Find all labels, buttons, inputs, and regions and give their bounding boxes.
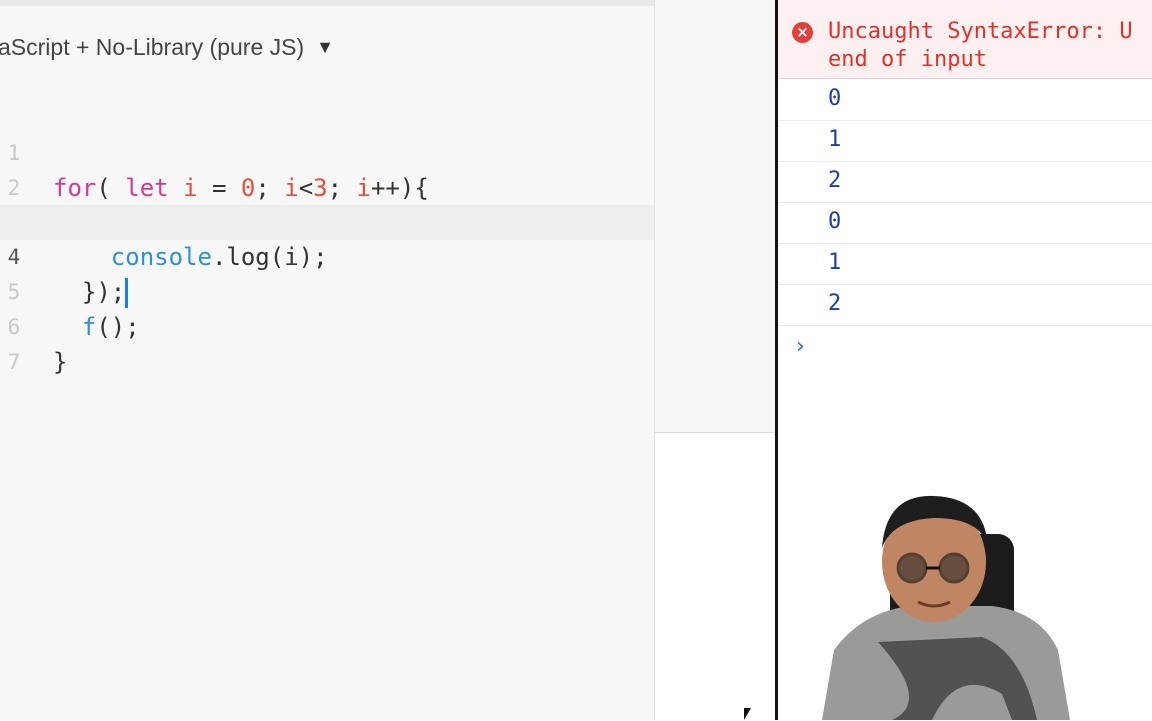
log-value: 2 xyxy=(828,291,842,316)
console-log-row: 0 xyxy=(778,79,1152,121)
code-line[interactable]: 2 setTimeout( () => { xyxy=(0,136,654,237)
console-log-row: 0 xyxy=(778,202,1152,244)
console-log-row: 2 xyxy=(778,284,1152,326)
log-value: 2 xyxy=(828,168,842,193)
code-editor-pane: aScript + No-Library (pure JS) ▼ 1 for( … xyxy=(0,0,655,720)
code-line[interactable]: 1 for( let i = 0; i<3; i++){ xyxy=(0,101,654,202)
log-value: 1 xyxy=(828,250,842,275)
console-log-row: 1 xyxy=(778,120,1152,162)
error-line-2: end of input xyxy=(828,47,987,72)
preview-pane[interactable] xyxy=(655,0,775,432)
editor-top-border xyxy=(0,0,654,6)
console-log-row: 1 xyxy=(778,243,1152,285)
presenter-image xyxy=(822,495,1070,720)
console-prompt-icon[interactable]: › xyxy=(796,334,805,359)
mouse-pointer-icon xyxy=(744,708,751,720)
preview-pane-lower[interactable] xyxy=(655,432,775,721)
code-area[interactable]: 1 for( let i = 0; i<3; i++){ 2 setTimeou… xyxy=(0,101,654,376)
error-message[interactable]: Uncaught SyntaxError: U end of input xyxy=(828,18,1152,74)
code-line[interactable]: 3 console.log(i); xyxy=(0,171,654,271)
language-label: aScript + No-Library (pure JS) xyxy=(0,33,305,60)
line-number: 7 xyxy=(7,349,21,374)
code-line[interactable]: 6 } xyxy=(0,275,654,376)
log-value: 0 xyxy=(828,86,842,111)
log-value: 1 xyxy=(828,127,842,152)
log-value: 0 xyxy=(828,209,842,234)
code-line-active[interactable]: 4 }); xyxy=(0,205,654,308)
error-circle-icon: × xyxy=(792,22,813,43)
triangle-down-icon[interactable]: ▼ xyxy=(316,37,334,58)
language-selector[interactable]: aScript + No-Library (pure JS) ▼ xyxy=(0,30,334,64)
console-error-row: × Uncaught SyntaxError: U end of input xyxy=(778,0,1152,79)
console-log-row: 2 xyxy=(778,161,1152,203)
error-line-1: Uncaught SyntaxError: U xyxy=(828,19,1133,44)
webcam-overlay xyxy=(782,462,1152,720)
code-line[interactable]: 7 xyxy=(0,310,654,374)
code-line[interactable]: 5 f(); xyxy=(0,240,654,341)
